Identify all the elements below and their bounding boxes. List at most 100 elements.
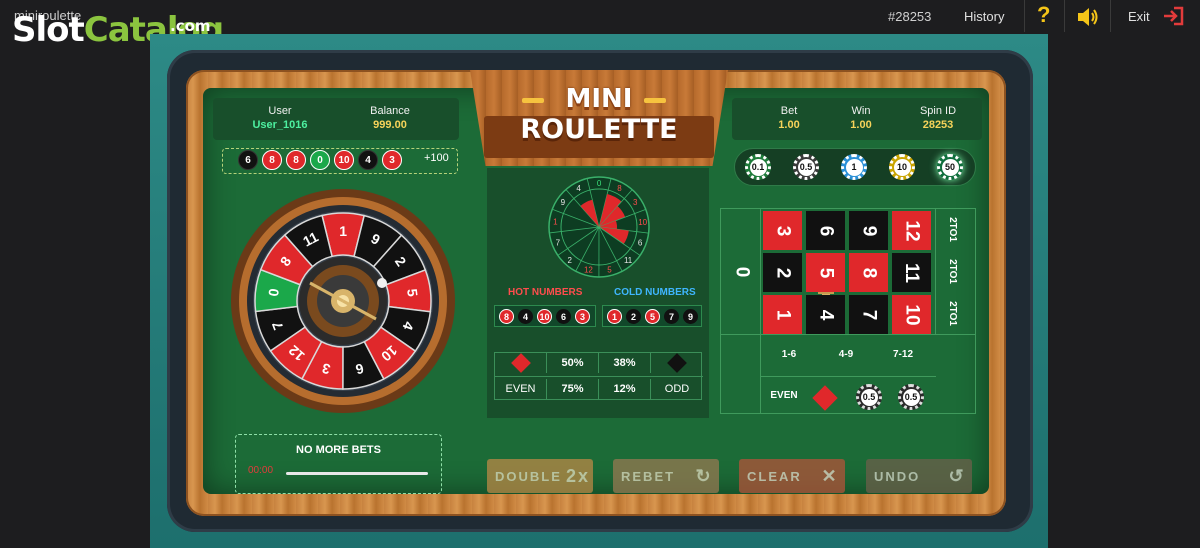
cold-numbers-label: COLD NUMBERS [614,287,696,298]
history-ball: 10 [334,150,354,170]
chip-50-icon[interactable]: 50 [937,154,963,180]
cold-number-ball: 7 [664,309,679,324]
history-ball: 6 [238,150,258,170]
bet-column-1[interactable]: 2TO1 [947,217,958,242]
bet-number-2[interactable]: 2 [763,253,802,292]
bet-number-9[interactable]: 9 [849,211,888,250]
even-pct: 75% [547,379,599,399]
divider [1110,0,1111,32]
cold-number-ball: 2 [626,309,641,324]
user-label: User [268,105,292,117]
clear-button[interactable]: CLEAR ✕ [739,459,845,493]
divider [1064,0,1065,32]
history-ball: 4 [358,150,378,170]
cold-number-ball: 9 [683,309,698,324]
cold-number-ball: 5 [645,309,660,324]
bet-status-box [235,434,442,494]
chip-10-icon[interactable]: 10 [889,154,915,180]
timer-text: 00:00 [248,465,274,476]
mini-wheel-number: 5 [607,266,612,275]
spin-id-label: Spin ID [919,105,957,117]
bet-dozen-2[interactable]: 4-9 [821,349,871,360]
odd-label: ODD [664,383,690,395]
history-extra: +100 [424,152,449,164]
hot-number-ball: 6 [556,309,571,324]
game-title-roulette: ROULETTE [520,114,678,145]
hot-number-ball: 8 [499,309,514,324]
spin-id-value: 28253 [922,119,954,131]
placed-chip-icon[interactable]: 0.5 [898,384,924,410]
bet-dozen-3[interactable]: 7-12 [878,349,928,360]
mini-wheel-number: 10 [638,218,647,227]
bet-number-6[interactable]: 6 [806,211,845,250]
clear-icon: ✕ [821,465,839,486]
bet-number-4[interactable]: 4 [806,295,845,334]
roulette-wheel: 1 925410631270811 [231,189,455,413]
history-link[interactable]: History [964,9,1004,24]
even-label: EVEN [495,379,547,399]
bet-even[interactable]: EVEN [764,390,804,401]
outcome-stats-grid: 50% 38% EVEN 75% 12% ODD [494,352,703,400]
mini-wheel-number: 4 [576,184,581,193]
undo-button[interactable]: UNDO ↺ [866,459,972,493]
exit-button[interactable]: Exit [1128,9,1150,24]
black-diamond-icon [667,353,687,373]
mini-wheel-number: 7 [556,239,561,248]
red-diamond-icon [510,353,531,373]
timer-bar [286,472,428,475]
help-icon[interactable]: ? [1037,2,1050,28]
history-ball: 8 [286,150,306,170]
cold-number-ball: 1 [607,309,622,324]
win-label: Win [851,105,871,117]
double-button[interactable]: DOUBLE 2x [487,459,593,493]
chip-1-icon[interactable]: 1 [841,154,867,180]
bet-dozen-1[interactable]: 1-6 [764,349,814,360]
mini-wheel-number: 3 [633,198,638,207]
no-more-bets-text: NO MORE BETS [296,444,381,456]
bet-label: Bet [780,105,798,117]
hot-number-ball: 4 [518,309,533,324]
history-ball: 8 [262,150,282,170]
chip-0-1-icon[interactable]: 0.1 [745,154,771,180]
mini-wheel-number: 2 [568,256,573,265]
bet-number-7[interactable]: 7 [849,295,888,334]
hot-numbers-label: HOT NUMBERS [508,287,583,298]
bet-zero[interactable]: 0 [722,210,760,334]
bet-column-2[interactable]: 2TO1 [947,259,958,284]
double-icon: 2x [565,465,591,486]
game-id: #28253 [888,9,932,24]
mini-wheel-number: 6 [638,239,643,248]
mini-wheel-number: 12 [584,266,593,275]
history-ball: 3 [382,150,402,170]
rebet-icon: ↻ [695,465,713,486]
divider [1024,0,1025,32]
bet-number-10[interactable]: 10 [892,295,931,334]
top-bar: miniroulette SlotCatalog .com #28253 His… [0,0,1200,50]
exit-icon[interactable] [1162,6,1184,26]
odd-pct: 12% [599,379,651,399]
bet-number-12[interactable]: 12 [892,211,931,250]
wheel-pocket-number: 1 [339,223,347,239]
bet-number-1[interactable]: 1 [763,295,802,334]
mini-wheel-stats: 0 8 3 10 6 11 5 12 27 1 9 4 [548,176,650,278]
sound-icon[interactable] [1076,6,1100,28]
placed-chip-icon[interactable]: 0.5 [856,384,882,410]
mini-wheel-number: 1 [553,218,558,227]
win-value: 1.00 [850,119,872,131]
user-value: User_1016 [252,119,308,131]
red-stat-cell [495,353,547,373]
red-pct: 50% [547,353,599,373]
bet-number-8[interactable]: 8 [849,253,888,292]
mini-wheel-number: 11 [624,256,633,265]
bet-number-5[interactable]: 5 [806,253,845,292]
balance-label: Balance [370,105,410,117]
rebet-button[interactable]: REBET ↻ [613,459,719,493]
mini-wheel-number: 9 [561,198,566,207]
bet-number-11[interactable]: 11 [892,253,931,292]
hot-number-ball: 10 [537,309,552,324]
black-stat-cell [651,353,703,373]
bet-column-3[interactable]: 2TO1 [947,301,958,326]
black-pct: 38% [599,353,651,373]
bet-number-3[interactable]: 3 [763,211,802,250]
chip-0-5-icon[interactable]: 0.5 [793,154,819,180]
